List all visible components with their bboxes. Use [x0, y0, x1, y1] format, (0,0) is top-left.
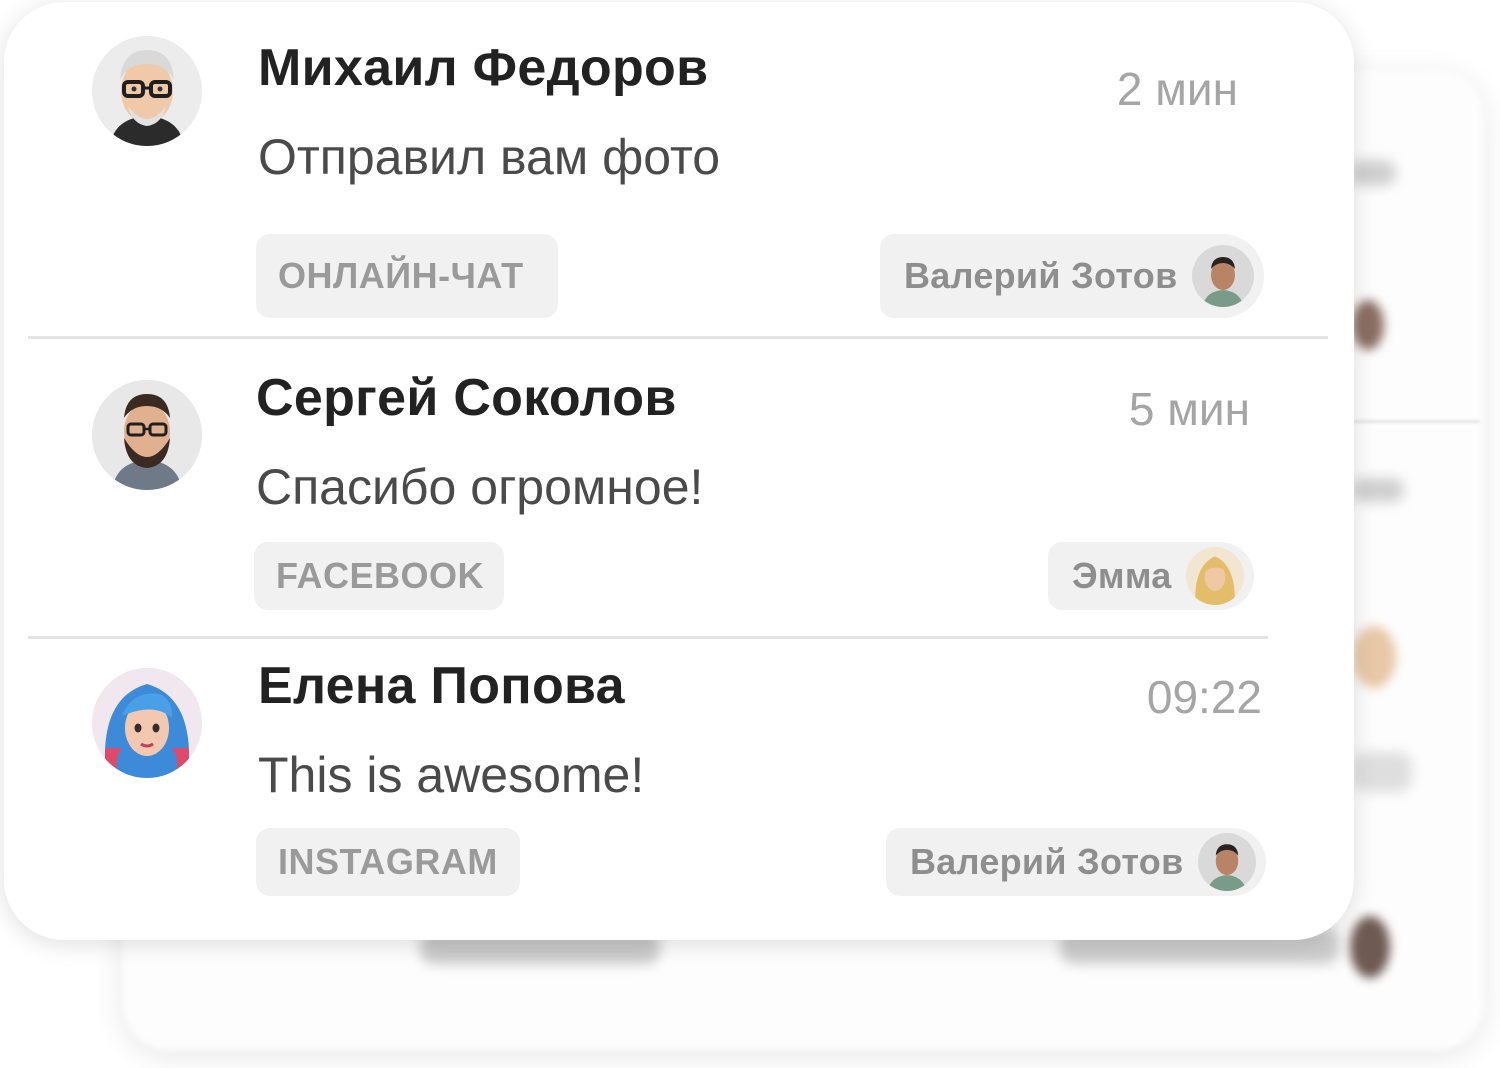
last-message: Отправил вам фото [258, 129, 721, 185]
channel-tag: ОНЛАЙН-ЧАТ [256, 234, 558, 318]
elderly-man-avatar-icon [92, 36, 202, 146]
conversation-item[interactable]: Елена Попова 09:22 This is awesome! INST… [4, 638, 1354, 938]
channel-tag: FACEBOOK [254, 542, 504, 610]
contact-name: Елена Попова [258, 657, 625, 715]
row-divider [28, 336, 1328, 339]
message-time: 2 мин [1116, 63, 1238, 115]
assignee-name: Эмма [1072, 555, 1172, 596]
contact-name: Михаил Федоров [258, 39, 709, 97]
bearded-man-avatar-icon [92, 380, 202, 490]
background-avatar [1352, 626, 1396, 688]
man-avatar-icon [1197, 833, 1256, 891]
contact-name: Сергей Соколов [256, 369, 677, 427]
background-blur-shape [1352, 752, 1412, 792]
woman-avatar-icon [92, 668, 202, 778]
conversation-item[interactable]: Сергей Соколов 5 мин Спасибо огромное! F… [4, 340, 1354, 638]
background-blur-shape [1352, 478, 1404, 502]
message-time: 5 мин [1128, 383, 1250, 435]
assignee-avatar [1185, 547, 1244, 605]
blonde-woman-avatar-icon [1185, 547, 1244, 605]
background-blur-shape [1350, 160, 1396, 186]
background-avatar [1352, 300, 1384, 350]
assignee-name: Валерий Зотов [904, 255, 1178, 296]
conversation-item[interactable]: Михаил Федоров 2 мин Отправил вам фото О… [4, 2, 1354, 340]
last-message: This is awesome! [258, 747, 645, 803]
channel-tag: INSTAGRAM [256, 828, 520, 896]
background-avatar [1350, 916, 1390, 978]
conversation-stack: Михаил Федоров 2 мин Отправил вам фото О… [0, 0, 1500, 1068]
assignee-name: Валерий Зотов [910, 841, 1184, 882]
background-divider [1352, 420, 1480, 423]
message-time: 09:22 [1146, 671, 1262, 723]
conversation-list-card: Михаил Федоров 2 мин Отправил вам фото О… [4, 2, 1354, 940]
assignee-chip[interactable]: Валерий Зотов [886, 828, 1266, 896]
man-avatar-icon [1191, 245, 1254, 307]
contact-avatar [92, 36, 202, 146]
last-message: Спасибо огромное! [256, 459, 704, 515]
assignee-avatar [1197, 833, 1256, 891]
assignee-chip[interactable]: Валерий Зотов [880, 234, 1264, 318]
contact-avatar [92, 668, 202, 778]
contact-avatar [92, 380, 202, 490]
assignee-avatar [1191, 245, 1254, 307]
assignee-chip[interactable]: Эмма [1048, 542, 1254, 610]
